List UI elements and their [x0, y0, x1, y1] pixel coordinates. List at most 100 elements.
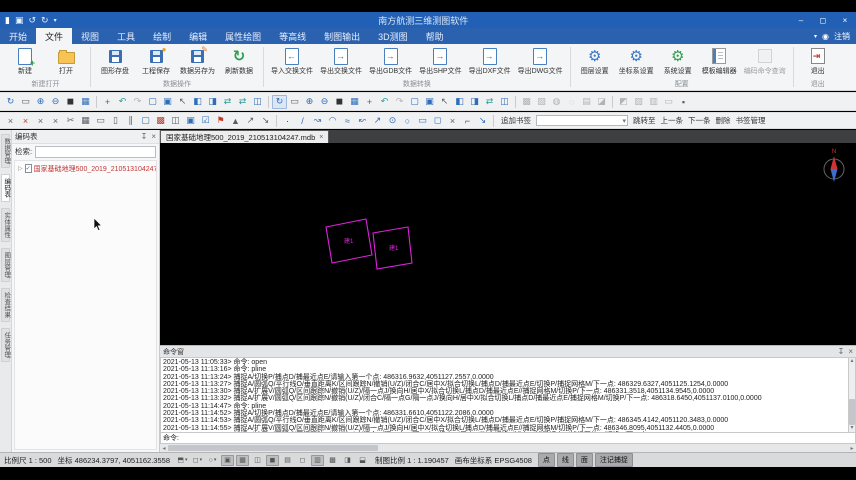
- ribbon-button-打开[interactable]: 打开: [47, 46, 85, 78]
- rect-dash-icon[interactable]: ▭: [93, 114, 108, 128]
- window-icon[interactable]: ◫: [250, 95, 265, 109]
- bookmark-jump-button[interactable]: 跳转至: [633, 115, 656, 126]
- mode-button-面[interactable]: 面: [576, 453, 593, 467]
- rect-select-icon[interactable]: ▢: [145, 95, 160, 109]
- ribbon-button-导入交换文件[interactable]: ←导入交换文件: [269, 46, 315, 78]
- minimize-button[interactable]: –: [790, 12, 812, 28]
- circle-icon[interactable]: ◌: [564, 95, 579, 109]
- bookmark-prev-button[interactable]: 上一条: [661, 115, 684, 126]
- ribbon-button-刷新数据[interactable]: ↻刷新数据: [220, 46, 258, 78]
- draw-point-icon[interactable]: ·: [280, 114, 295, 128]
- half-toggle-icon[interactable]: ◨: [341, 455, 354, 466]
- rect-tall-icon[interactable]: ▯: [108, 114, 123, 128]
- ribbon-button-导出SHP文件[interactable]: →导出SHP文件: [417, 46, 463, 78]
- rows-icon[interactable]: ▤: [579, 95, 594, 109]
- draw-rect-icon[interactable]: ▭: [415, 114, 430, 128]
- ribbon-button-新建[interactable]: +新建: [6, 46, 44, 78]
- snap-mode-icon[interactable]: ⬒▾: [176, 455, 189, 466]
- ribbon-button-退出[interactable]: ⇥退出: [799, 46, 837, 78]
- corner-tool-icon[interactable]: ⌐: [460, 114, 475, 128]
- undo2-icon[interactable]: ↶: [377, 95, 392, 109]
- ribbon-button-导出GDB文件[interactable]: →导出GDB文件: [367, 46, 414, 78]
- pin-icon[interactable]: ↧: [838, 347, 845, 356]
- logout-button[interactable]: 注销: [834, 31, 850, 42]
- extent2-icon[interactable]: ▭: [287, 95, 302, 109]
- ribbon-button-导出交换文件[interactable]: →导出交换文件: [318, 46, 364, 78]
- redo2-icon[interactable]: ↷: [392, 95, 407, 109]
- ribbon-button-导出DWG文件[interactable]: →导出DWG文件: [516, 46, 565, 78]
- menu-tab-工具[interactable]: 工具: [108, 28, 144, 44]
- maximize-button[interactable]: ◻: [812, 12, 834, 28]
- point-red-tool-icon[interactable]: ×: [18, 114, 33, 128]
- select-arrow-icon[interactable]: ↖: [175, 95, 190, 109]
- mode-button-点[interactable]: 点: [538, 453, 555, 467]
- split-right2-icon[interactable]: ◨: [467, 95, 482, 109]
- command-input[interactable]: 命令:: [160, 433, 856, 444]
- ribbon-button-图形存盘[interactable]: 图形存盘: [96, 46, 134, 78]
- side-tab-数据管理[interactable]: 数据管理: [1, 134, 10, 168]
- dot-icon[interactable]: ▪: [676, 95, 691, 109]
- swap3-icon[interactable]: ⇄: [482, 95, 497, 109]
- bottom-toggle-icon[interactable]: ⬓: [356, 455, 369, 466]
- scroll-down-icon[interactable]: ▾: [850, 425, 853, 432]
- menu-tab-3D测图[interactable]: 3D测图: [369, 28, 417, 44]
- frame-toggle-icon[interactable]: ◻: [296, 455, 309, 466]
- corner-icon[interactable]: ◪: [594, 95, 609, 109]
- extent-icon[interactable]: ▭: [18, 95, 33, 109]
- map-canvas[interactable]: 建1建1 N: [160, 143, 856, 345]
- save-icon[interactable]: ▣: [15, 15, 24, 26]
- circle-fill-icon[interactable]: ◍: [549, 95, 564, 109]
- osnap-toggle-icon[interactable]: ▣: [221, 455, 234, 466]
- ortho-toggle-icon[interactable]: ◫: [251, 455, 264, 466]
- zoom-out-icon[interactable]: ⊖: [48, 95, 63, 109]
- ribbon-button-图层设置[interactable]: ⚙图层设置: [576, 46, 614, 78]
- rect-fill-icon[interactable]: ▣: [160, 95, 175, 109]
- menu-tab-视图[interactable]: 视图: [72, 28, 108, 44]
- triangle-icon[interactable]: ▲: [228, 114, 243, 128]
- menu-tab-帮助[interactable]: 帮助: [417, 28, 453, 44]
- tree-item[interactable]: ▷✓国家基础地理500_2019_210513104247.mdb (..: [15, 163, 156, 174]
- undo-icon[interactable]: ↶: [115, 95, 130, 109]
- menu-tab-制图输出[interactable]: 制图输出: [315, 28, 369, 44]
- flag-icon[interactable]: ⚑: [213, 114, 228, 128]
- draw-circle-icon[interactable]: ○: [400, 114, 415, 128]
- bookmark-manage-button[interactable]: 书签管理: [736, 115, 766, 126]
- full-extent-icon[interactable]: ◼: [63, 95, 78, 109]
- split-right-icon[interactable]: ◨: [205, 95, 220, 109]
- point-tool-icon[interactable]: ×: [3, 114, 18, 128]
- redo-icon[interactable]: ↻: [41, 15, 49, 26]
- redo-icon[interactable]: ↷: [130, 95, 145, 109]
- scrollbar-thumb[interactable]: [849, 399, 855, 425]
- diag-icon[interactable]: ▧: [631, 95, 646, 109]
- hatch-toggle-icon[interactable]: ▩: [326, 455, 339, 466]
- split-left2-icon[interactable]: ◧: [452, 95, 467, 109]
- arrow-se-icon[interactable]: ↘: [258, 114, 273, 128]
- zoom-out2-icon[interactable]: ⊖: [317, 95, 332, 109]
- menu-tab-开始[interactable]: 开始: [0, 28, 36, 44]
- ribbon-button-模板编辑器[interactable]: 模板编辑器: [700, 46, 739, 78]
- mode-button-线[interactable]: 线: [557, 453, 574, 467]
- scroll-right-icon[interactable]: ▸: [848, 445, 856, 452]
- zoom-in-icon[interactable]: ⊕: [33, 95, 48, 109]
- draw-pline-icon[interactable]: ↝: [310, 114, 325, 128]
- pan2-icon[interactable]: +: [362, 95, 377, 109]
- compass-icon[interactable]: N: [824, 149, 844, 182]
- close-panel-icon[interactable]: ×: [151, 132, 156, 141]
- draw-circle-dot-icon[interactable]: ⊙: [385, 114, 400, 128]
- close-panel-icon[interactable]: ×: [848, 347, 853, 356]
- expander-icon[interactable]: ▷: [18, 165, 23, 172]
- draw-arc-icon[interactable]: ◠: [325, 114, 340, 128]
- side-tab-任务管理[interactable]: 任务管理: [1, 328, 10, 362]
- hatch2-icon[interactable]: ▨: [534, 95, 549, 109]
- corner2-icon[interactable]: ◩: [616, 95, 631, 109]
- mesh-icon[interactable]: ▦: [78, 114, 93, 128]
- close-button[interactable]: ×: [834, 12, 856, 28]
- side-tab-编码表[interactable]: 编码表: [1, 174, 10, 202]
- command-log-scrollbar[interactable]: ▴ ▾: [848, 357, 856, 433]
- draw-square-icon[interactable]: ◻: [430, 114, 445, 128]
- point3-tool-icon[interactable]: ×: [48, 114, 63, 128]
- bookmark-delete-button[interactable]: 删除: [716, 115, 731, 126]
- ribbon-button-坐标系设置[interactable]: ⚙坐标系设置: [617, 46, 656, 78]
- layers-toggle-icon[interactable]: ▤: [281, 455, 294, 466]
- bookmark-select[interactable]: ▾: [536, 115, 628, 126]
